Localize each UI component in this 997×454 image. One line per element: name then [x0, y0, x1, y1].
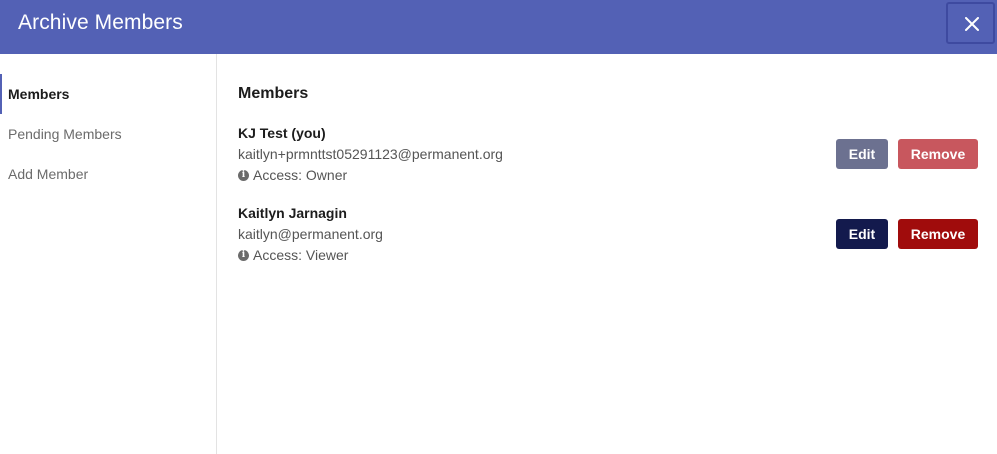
member-access: i Access: Owner: [238, 167, 347, 183]
remove-button[interactable]: Remove: [898, 219, 978, 249]
sidebar-item-pending-members[interactable]: Pending Members: [0, 114, 216, 154]
close-button[interactable]: [946, 2, 995, 44]
member-access-label: Access: Viewer: [253, 247, 349, 263]
member-email: kaitlyn@permanent.org: [238, 226, 383, 242]
info-icon: i: [238, 169, 249, 181]
member-access: i Access: Viewer: [238, 247, 348, 263]
member-row: KJ Test (you) kaitlyn+prmnttst05291123@p…: [238, 125, 978, 185]
edit-button[interactable]: Edit: [836, 139, 888, 169]
member-row: Kaitlyn Jarnagin kaitlyn@permanent.org i…: [238, 205, 978, 265]
section-title: Members: [238, 85, 309, 102]
member-access-label: Access: Owner: [253, 167, 348, 183]
member-name: Kaitlyn Jarnagin: [238, 205, 347, 221]
dialog-title: Archive Members: [18, 11, 183, 34]
remove-button[interactable]: Remove: [898, 139, 978, 169]
sidebar: Members Pending Members Add Member: [0, 54, 217, 454]
sidebar-item-add-member[interactable]: Add Member: [0, 154, 216, 194]
close-icon: [965, 17, 979, 31]
edit-button[interactable]: Edit: [836, 219, 888, 249]
member-name: KJ Test (you): [238, 125, 326, 141]
member-email: kaitlyn+prmnttst05291123@permanent.org: [238, 146, 503, 162]
info-icon: i: [238, 249, 249, 261]
sidebar-item-members[interactable]: Members: [0, 74, 216, 114]
dialog-header: Archive Members: [0, 0, 997, 54]
main-content: Members KJ Test (you) kaitlyn+prmnttst05…: [238, 54, 978, 454]
